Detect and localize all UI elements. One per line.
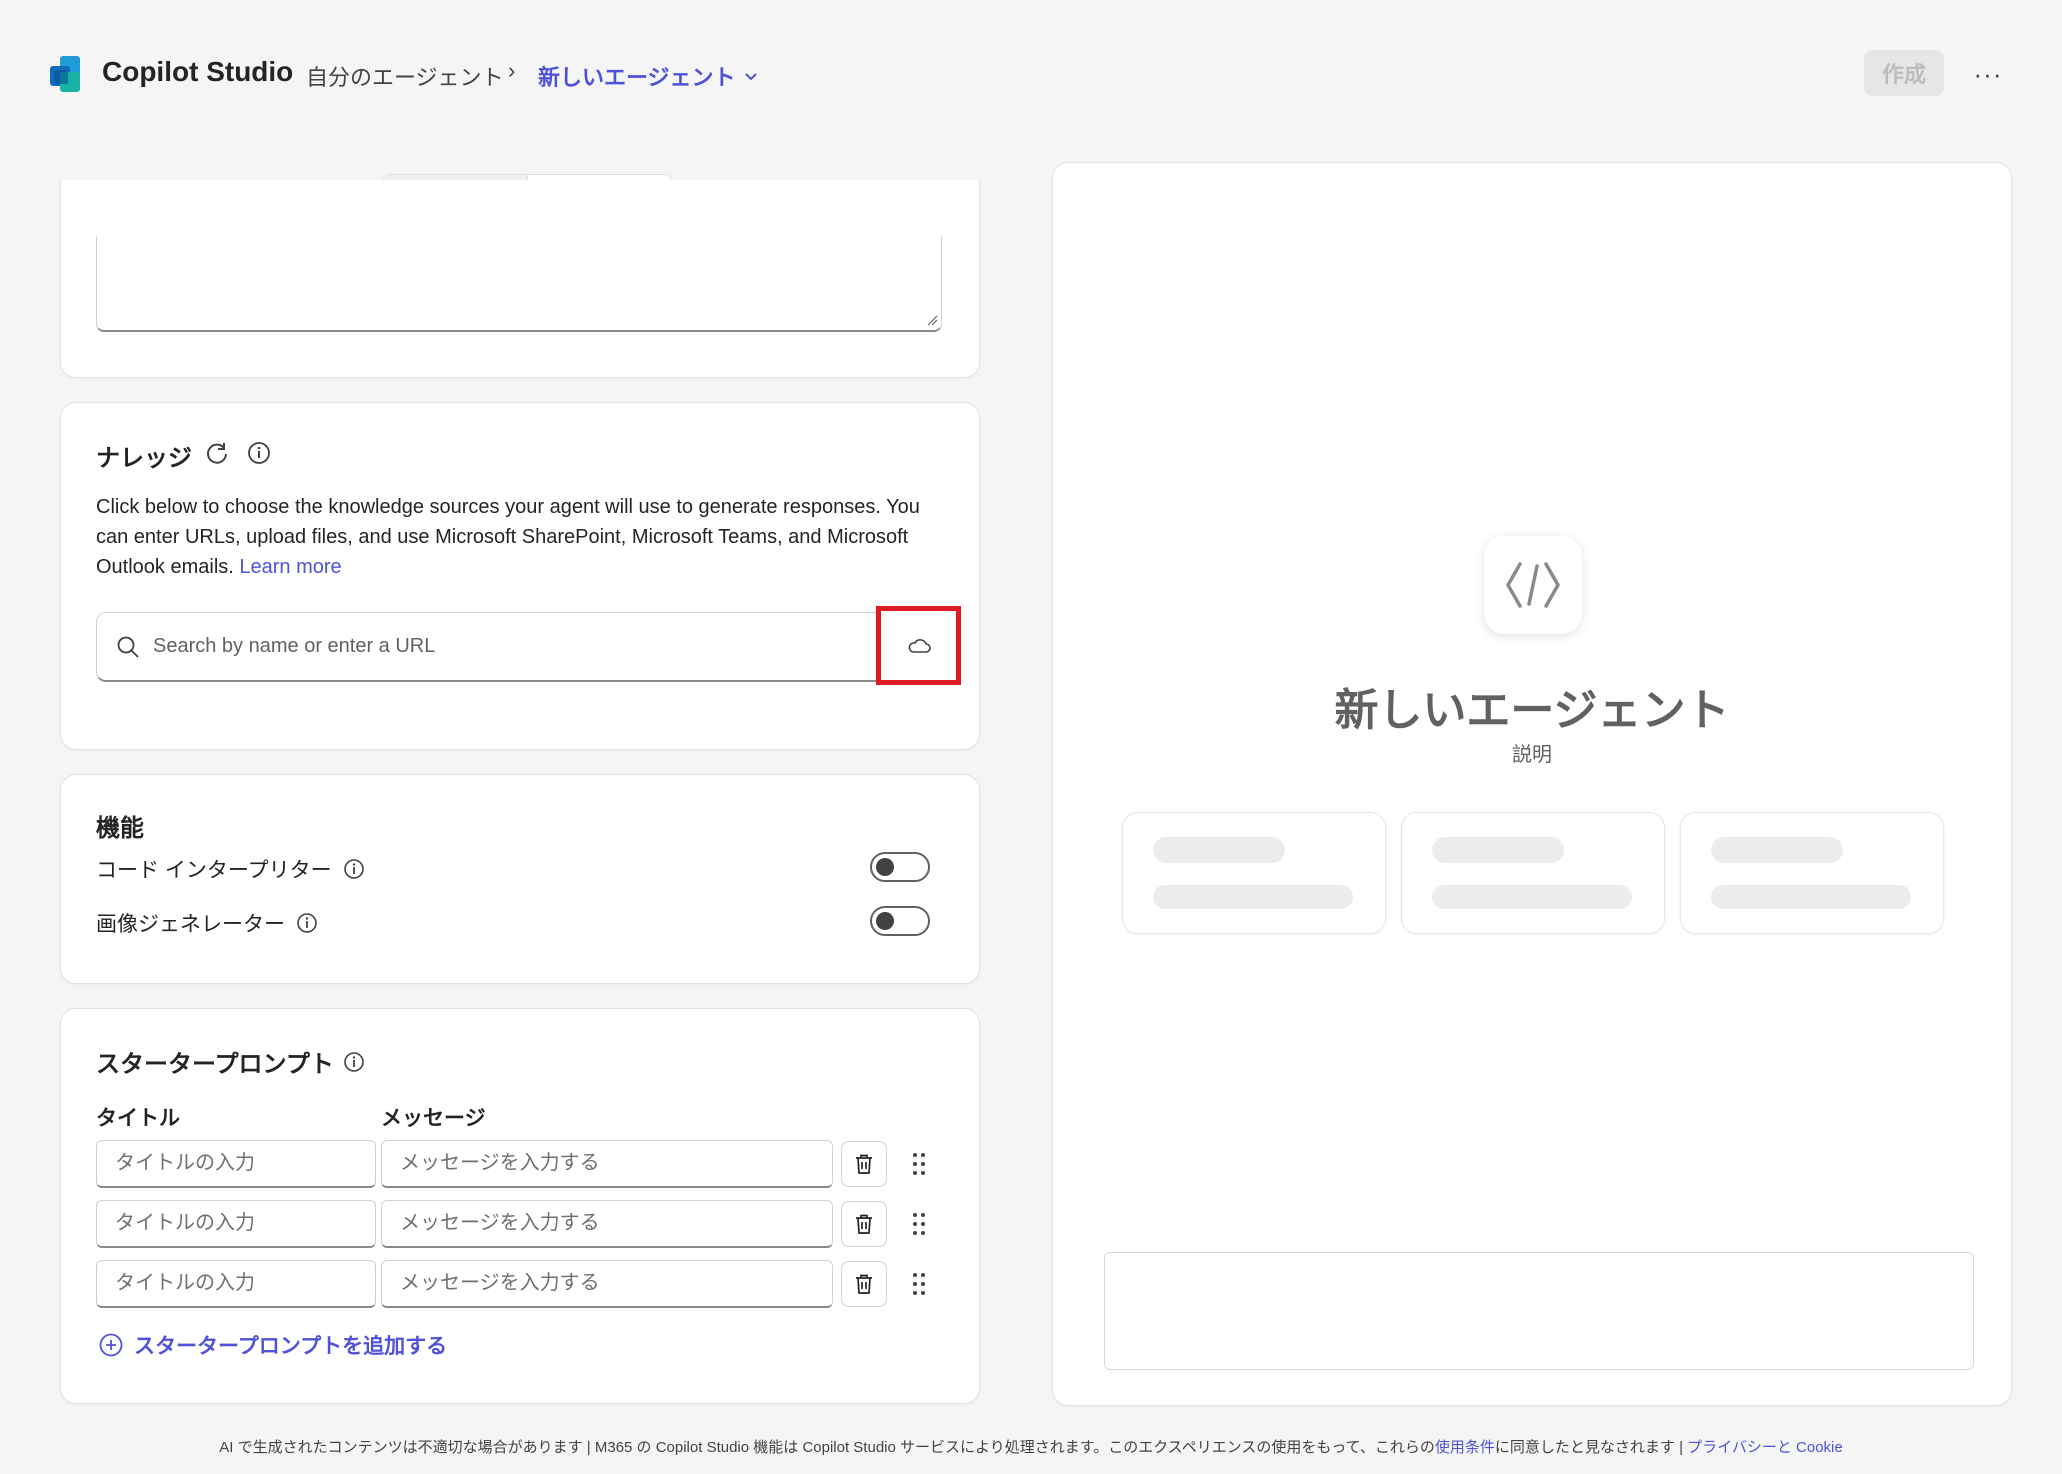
knowledge-description: Click below to choose the knowledge sour…	[96, 492, 956, 582]
agent-preview-description: 説明	[1512, 744, 1552, 766]
capabilities-title: 機能	[96, 815, 144, 842]
add-starter-prompt-label: スタータープロンプトを追加する	[134, 1335, 448, 1358]
knowledge-search-input[interactable]	[153, 635, 853, 658]
drag-handle-icon[interactable]	[909, 1149, 929, 1179]
terms-of-use-link[interactable]: 使用条件	[1435, 1439, 1495, 1456]
refresh-icon[interactable]	[204, 440, 230, 466]
add-circle-icon	[99, 1333, 123, 1357]
breadcrumb-current-agent[interactable]: 新しいエージェント	[538, 60, 758, 92]
prompt-title-input[interactable]	[96, 1200, 376, 1248]
app-title: Copilot Studio	[102, 56, 294, 87]
agent-preview-name: 新しいエージェント	[1334, 686, 1730, 735]
info-icon[interactable]	[295, 911, 319, 935]
cloud-icon	[908, 638, 931, 653]
column-header-title: タイトル	[96, 1107, 180, 1130]
knowledge-search-box	[96, 612, 878, 682]
chevron-down-icon	[744, 73, 757, 81]
agent-avatar	[1484, 536, 1582, 634]
column-header-message: メッセージ	[381, 1107, 486, 1130]
info-icon[interactable]	[342, 857, 366, 881]
prompt-message-input[interactable]	[381, 1200, 833, 1248]
capability-label: コード インタープリター	[96, 859, 332, 882]
info-icon[interactable]	[246, 440, 272, 466]
prompt-message-input[interactable]	[381, 1260, 833, 1308]
code-interpreter-toggle[interactable]	[870, 852, 930, 882]
upload-files-button[interactable]	[876, 606, 961, 685]
capability-code-interpreter: コード インタープリター	[96, 854, 366, 884]
footer-disclaimer: AI で生成されたコンテンツは不適切な場合があります | M365 の Copi…	[0, 1436, 2062, 1457]
more-options-button[interactable]: ···	[1966, 54, 2010, 94]
resize-handle-icon[interactable]	[926, 314, 938, 326]
footer-text: AI で生成されたコンテンツは不適切な場合があります | M365 の Copi…	[219, 1439, 1435, 1456]
breadcrumb-my-agents[interactable]: 自分のエージェント	[306, 60, 504, 92]
capability-image-generator: 画像ジェネレーター	[96, 908, 319, 938]
drag-handle-icon[interactable]	[909, 1209, 929, 1239]
image-generator-toggle[interactable]	[870, 906, 930, 936]
copilot-studio-logo	[46, 54, 86, 94]
info-icon[interactable]	[342, 1050, 366, 1074]
chat-input-box[interactable]	[1104, 1252, 1974, 1370]
starter-prompt-placeholder-card	[1401, 812, 1665, 934]
prompt-message-input[interactable]	[381, 1140, 833, 1188]
breadcrumb-current-label: 新しいエージェント	[538, 65, 736, 90]
delete-prompt-button[interactable]	[841, 1261, 887, 1307]
prompt-title-input[interactable]	[96, 1260, 376, 1308]
starter-prompts-heading: スタータープロンプト	[96, 1044, 366, 1079]
learn-more-link[interactable]: Learn more	[239, 556, 341, 578]
agent-preview-panel	[1052, 162, 2012, 1406]
trash-icon	[856, 1274, 872, 1294]
code-brackets-icon	[1506, 562, 1560, 608]
starter-prompt-placeholder-card	[1122, 812, 1386, 934]
knowledge-description-text: Click below to choose the knowledge sour…	[96, 496, 920, 578]
capability-label: 画像ジェネレーター	[96, 913, 285, 936]
trash-icon	[856, 1214, 872, 1234]
breadcrumb-separator: ›	[508, 58, 516, 83]
delete-prompt-button[interactable]	[841, 1141, 887, 1187]
starter-prompts-title: スタータープロンプト	[96, 1051, 334, 1078]
trash-icon	[856, 1154, 872, 1174]
search-icon	[117, 636, 139, 658]
create-button[interactable]: 作成	[1864, 50, 1944, 96]
knowledge-title: ナレッジ	[96, 445, 192, 472]
footer-text: に同意したと見なされます |	[1494, 1439, 1688, 1456]
drag-handle-icon[interactable]	[909, 1269, 929, 1299]
instructions-textarea[interactable]	[96, 236, 942, 332]
starter-prompt-placeholder-card	[1680, 812, 1944, 934]
prompt-title-input[interactable]	[96, 1140, 376, 1188]
privacy-cookie-link[interactable]: プライバシーと Cookie	[1687, 1439, 1843, 1456]
add-starter-prompt-button[interactable]: スタータープロンプトを追加する	[98, 1330, 447, 1360]
delete-prompt-button[interactable]	[841, 1201, 887, 1247]
